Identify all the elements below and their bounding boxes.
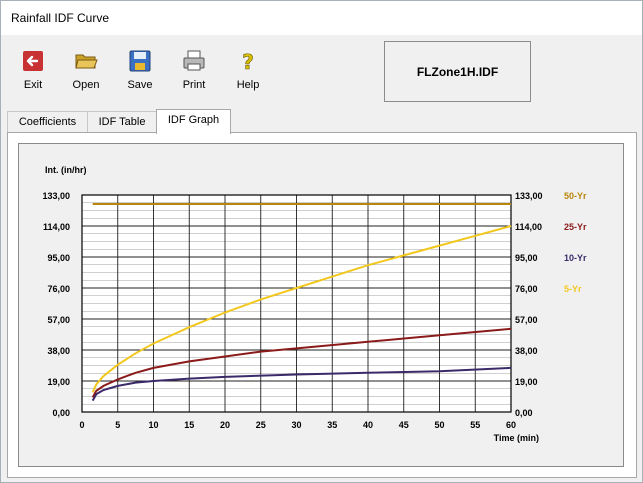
floppy-disk-icon — [129, 50, 151, 72]
exit-button[interactable]: Exit — [9, 49, 57, 97]
question-mark-icon: ? — [242, 50, 254, 73]
y-tick-label-right: 57,00 — [515, 315, 538, 325]
x-tick-label: 20 — [220, 420, 230, 430]
help-label: Help — [236, 79, 260, 91]
legend-label-5-yr: 5-Yr — [564, 284, 582, 294]
folder-icon — [75, 54, 98, 69]
tab-idf-graph[interactable]: IDF Graph — [156, 109, 231, 134]
help-button[interactable]: ? Help — [224, 49, 272, 97]
open-button[interactable]: Open — [62, 49, 110, 97]
idf-chart: 0,00 0,00 19,00 19,00 38,00 38,00 57,00 57,00 76… — [42, 165, 587, 443]
print-label: Print — [182, 79, 206, 91]
x-tick-label: 10 — [148, 420, 158, 430]
y-tick-label-right: 95,00 — [515, 253, 538, 263]
legend-label-25-yr: 25-Yr — [564, 222, 587, 232]
tab-idf-table[interactable]: IDF Table — [87, 111, 157, 133]
save-button[interactable]: Save — [116, 49, 164, 97]
x-tick-label: 25 — [256, 420, 266, 430]
x-tick-label: 0 — [79, 420, 84, 430]
y-tick-label-left: 19,00 — [47, 377, 70, 387]
exit-label: Exit — [23, 79, 43, 91]
x-tick-label: 35 — [327, 420, 337, 430]
y-tick-label-left: 95,00 — [47, 253, 70, 263]
y-axis-title: Int. (in/hr) — [45, 165, 87, 175]
x-tick-label: 40 — [363, 420, 373, 430]
exit-icon — [23, 51, 43, 71]
x-tick-label: 15 — [184, 420, 194, 430]
save-label: Save — [127, 79, 153, 91]
y-tick-label-right: 19,00 — [515, 377, 538, 387]
y-tick-label-right: 0,00 — [515, 408, 533, 418]
idf-graph-panel: 0,00 0,00 19,00 19,00 38,00 38,00 57,00 57,00 76… — [7, 132, 637, 478]
y-tick-label-right: 38,00 — [515, 346, 538, 356]
x-tick-label: 45 — [399, 420, 409, 430]
file-name-display: FLZone1H.IDF — [384, 41, 531, 102]
y-tick-label-left: 114,00 — [43, 222, 70, 232]
y-tick-label-left: 76,00 — [47, 284, 70, 294]
x-tick-label: 30 — [291, 420, 301, 430]
x-tick-label: 50 — [434, 420, 444, 430]
x-tick-label: 5 — [115, 420, 120, 430]
y-tick-label-right: 114,00 — [515, 222, 542, 232]
print-button[interactable]: Print — [170, 49, 218, 97]
svg-text:?: ? — [242, 50, 254, 73]
y-tick-label-right: 76,00 — [515, 284, 538, 294]
file-name: FLZone1H.IDF — [416, 64, 499, 79]
idf-window: Rainfall IDF Curve Exit Open Save Print … — [0, 0, 643, 483]
x-axis-title: Time (min) — [494, 433, 539, 443]
legend-label-50-yr: 50-Yr — [564, 191, 587, 201]
y-tick-label-left: 0,00 — [52, 408, 70, 418]
x-tick-label: 55 — [470, 420, 480, 430]
x-tick-label: 60 — [506, 420, 516, 430]
tab-coefficients[interactable]: Coefficients — [7, 111, 88, 133]
printer-icon — [183, 50, 205, 71]
open-label: Open — [72, 79, 100, 91]
legend-label-10-yr: 10-Yr — [564, 253, 587, 263]
window-title: Rainfall IDF Curve — [11, 11, 110, 25]
toolbar: Exit Open Save Print ? Help — [1, 35, 642, 105]
graph-frame: 0,00 0,00 19,00 19,00 38,00 38,00 57,00 57,00 76… — [18, 143, 624, 467]
y-tick-label-right: 133,00 — [515, 191, 543, 201]
y-tick-label-left: 133,00 — [42, 191, 70, 201]
y-tick-label-left: 38,00 — [47, 346, 70, 356]
title-bar: Rainfall IDF Curve — [1, 1, 642, 35]
y-tick-label-left: 57,00 — [47, 315, 70, 325]
